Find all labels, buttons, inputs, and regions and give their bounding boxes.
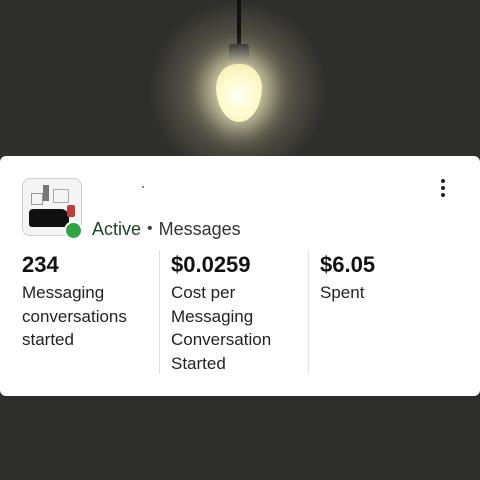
metric-cost-per-conversation: $0.0259 Cost per Messaging Conversation … — [171, 250, 307, 374]
metric-label: Messaging conversations started — [22, 283, 127, 349]
status-separator: • — [147, 220, 153, 237]
metrics-row: 234 Messaging conversations started $0.0… — [0, 250, 480, 374]
speck — [142, 186, 144, 188]
ad-status-line: Active • Messages — [92, 217, 241, 241]
bulb-socket — [229, 44, 249, 66]
metric-value: $6.05 — [320, 252, 376, 277]
active-status-dot-icon — [64, 221, 83, 240]
metric-spent: $6.05 Spent — [320, 250, 456, 374]
metric-conversations: 234 Messaging conversations started — [22, 250, 158, 374]
divider — [308, 250, 309, 374]
more-vertical-icon — [441, 179, 445, 183]
divider — [159, 250, 160, 374]
hero-image — [0, 0, 480, 156]
metric-value: $0.0259 — [171, 252, 251, 277]
ad-type: Messages — [158, 218, 241, 239]
metric-label: Cost per Messaging Conversation Started — [171, 283, 272, 373]
ad-card[interactable]: Active • Messages 234 Messaging conversa… — [0, 156, 480, 396]
metric-value: 234 — [22, 252, 59, 277]
metric-label: Spent — [320, 283, 365, 302]
bulb-cord — [237, 0, 241, 46]
status-text: Active — [92, 218, 142, 239]
more-options-button[interactable] — [431, 176, 455, 200]
background-bottom — [0, 396, 480, 480]
